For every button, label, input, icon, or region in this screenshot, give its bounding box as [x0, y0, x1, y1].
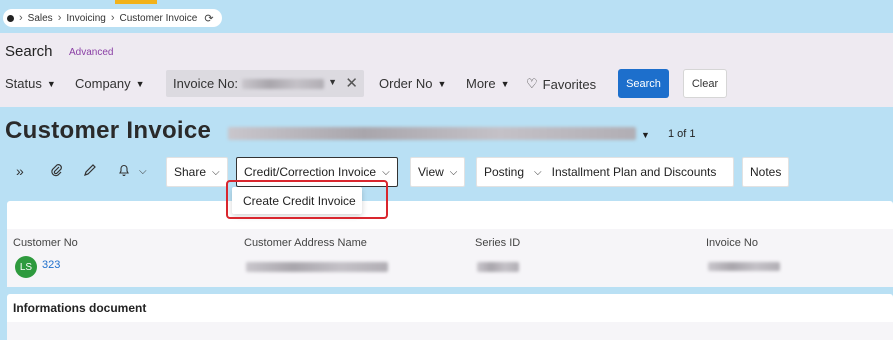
- filter-status[interactable]: Status ▼: [5, 76, 56, 91]
- home-icon[interactable]: [7, 14, 14, 22]
- caret-down-icon: ▼: [500, 78, 510, 89]
- chevron-down-icon: ⌵: [212, 166, 220, 178]
- invoice-details-fields: [7, 229, 893, 287]
- annotation-highlight-box: [226, 180, 388, 219]
- redacted-customer-address: [246, 262, 388, 272]
- filter-company-label: Company: [75, 76, 131, 91]
- series-id-label: Series ID: [475, 237, 521, 249]
- bell-icon[interactable]: [117, 163, 131, 180]
- refresh-icon[interactable]: ⟳: [204, 12, 213, 25]
- breadcrumb-item-sales[interactable]: Sales: [28, 13, 53, 24]
- edit-icon[interactable]: [83, 163, 97, 180]
- invoice-no-label: Invoice No: [706, 237, 758, 249]
- active-module-indicator: [115, 0, 157, 4]
- page-title: Customer Invoice: [5, 117, 212, 144]
- customer-no-label: Customer No: [13, 237, 78, 249]
- posting-label: Posting: [484, 165, 525, 179]
- filter-status-label: Status: [5, 76, 42, 91]
- advanced-search-link[interactable]: Advanced: [69, 47, 113, 58]
- filter-more-label: More: [466, 76, 496, 91]
- redacted-record-name: [228, 127, 636, 140]
- favorites-label: Favorites: [542, 76, 597, 92]
- posting-button[interactable]: Posting ⌵ Installment Plan and Discounts: [476, 157, 734, 187]
- search-title: Search: [5, 43, 53, 60]
- close-icon[interactable]: ✕: [345, 74, 358, 92]
- filter-invoice-no-label: Invoice No:: [173, 76, 239, 91]
- caret-down-icon: ▼: [46, 78, 56, 89]
- search-button[interactable]: Search: [618, 69, 669, 98]
- attachment-icon[interactable]: [50, 163, 64, 180]
- redacted-invoice-number: [242, 78, 325, 89]
- notes-button[interactable]: Notes: [742, 157, 790, 187]
- filter-more[interactable]: More ▼: [466, 76, 510, 91]
- breadcrumb-item-invoicing[interactable]: Invoicing: [66, 13, 105, 24]
- notes-label: Notes: [750, 165, 782, 179]
- chevron-right-icon: ›: [110, 12, 115, 24]
- customer-no-link[interactable]: 323: [42, 259, 60, 271]
- redacted-series-id: [477, 262, 519, 272]
- breadcrumb: › Sales › Invoicing › Customer Invoice ⟳: [3, 9, 222, 27]
- chevron-down-icon: ⌵: [382, 166, 390, 178]
- caret-down-icon[interactable]: ▼: [641, 130, 650, 140]
- heart-icon: ♡: [526, 76, 538, 91]
- view-button[interactable]: View ⌵: [410, 157, 466, 187]
- share-label: Share: [174, 165, 207, 179]
- record-count: 1 of 1: [668, 128, 696, 140]
- caret-down-icon: ▼: [437, 78, 447, 89]
- chevron-down-icon: ⌵: [534, 166, 542, 178]
- chevron-right-icon: ›: [57, 12, 62, 24]
- share-button[interactable]: Share ⌵: [166, 157, 228, 187]
- filter-order-no-label: Order No: [379, 76, 433, 91]
- favorites-filter[interactable]: ♡ Favorites: [526, 76, 596, 92]
- caret-down-icon: ▼: [135, 78, 145, 89]
- filter-order-no[interactable]: Order No ▼: [379, 76, 446, 91]
- chevron-down-icon: ⌵: [449, 166, 458, 178]
- chevron-right-icon: ›: [19, 12, 23, 24]
- clear-button[interactable]: Clear: [683, 69, 727, 98]
- informations-document-title: Informations document: [13, 301, 147, 315]
- customer-address-name-label: Customer Address Name: [244, 237, 367, 249]
- view-label: View: [418, 165, 444, 179]
- credit-correction-label: Credit/Correction Invoice: [244, 165, 377, 179]
- informations-document-body: [7, 322, 893, 340]
- chevron-down-icon[interactable]: ⌵: [139, 166, 147, 177]
- top-bar: › Sales › Invoicing › Customer Invoice ⟳: [0, 0, 893, 33]
- expand-icon[interactable]: »: [16, 163, 24, 179]
- filter-company[interactable]: Company ▼: [75, 76, 145, 91]
- search-panel: Search Advanced Status ▼ Company ▼ Invoi…: [0, 33, 893, 107]
- avatar: LS: [15, 256, 37, 278]
- filter-invoice-no[interactable]: Invoice No: ▼ ✕: [166, 70, 364, 97]
- redacted-invoice-no: [708, 262, 780, 271]
- breadcrumb-item-customer-invoice[interactable]: Customer Invoice: [120, 13, 198, 24]
- caret-down-icon[interactable]: ▼: [328, 77, 337, 87]
- installment-plan-button[interactable]: Installment Plan and Discounts: [552, 165, 717, 179]
